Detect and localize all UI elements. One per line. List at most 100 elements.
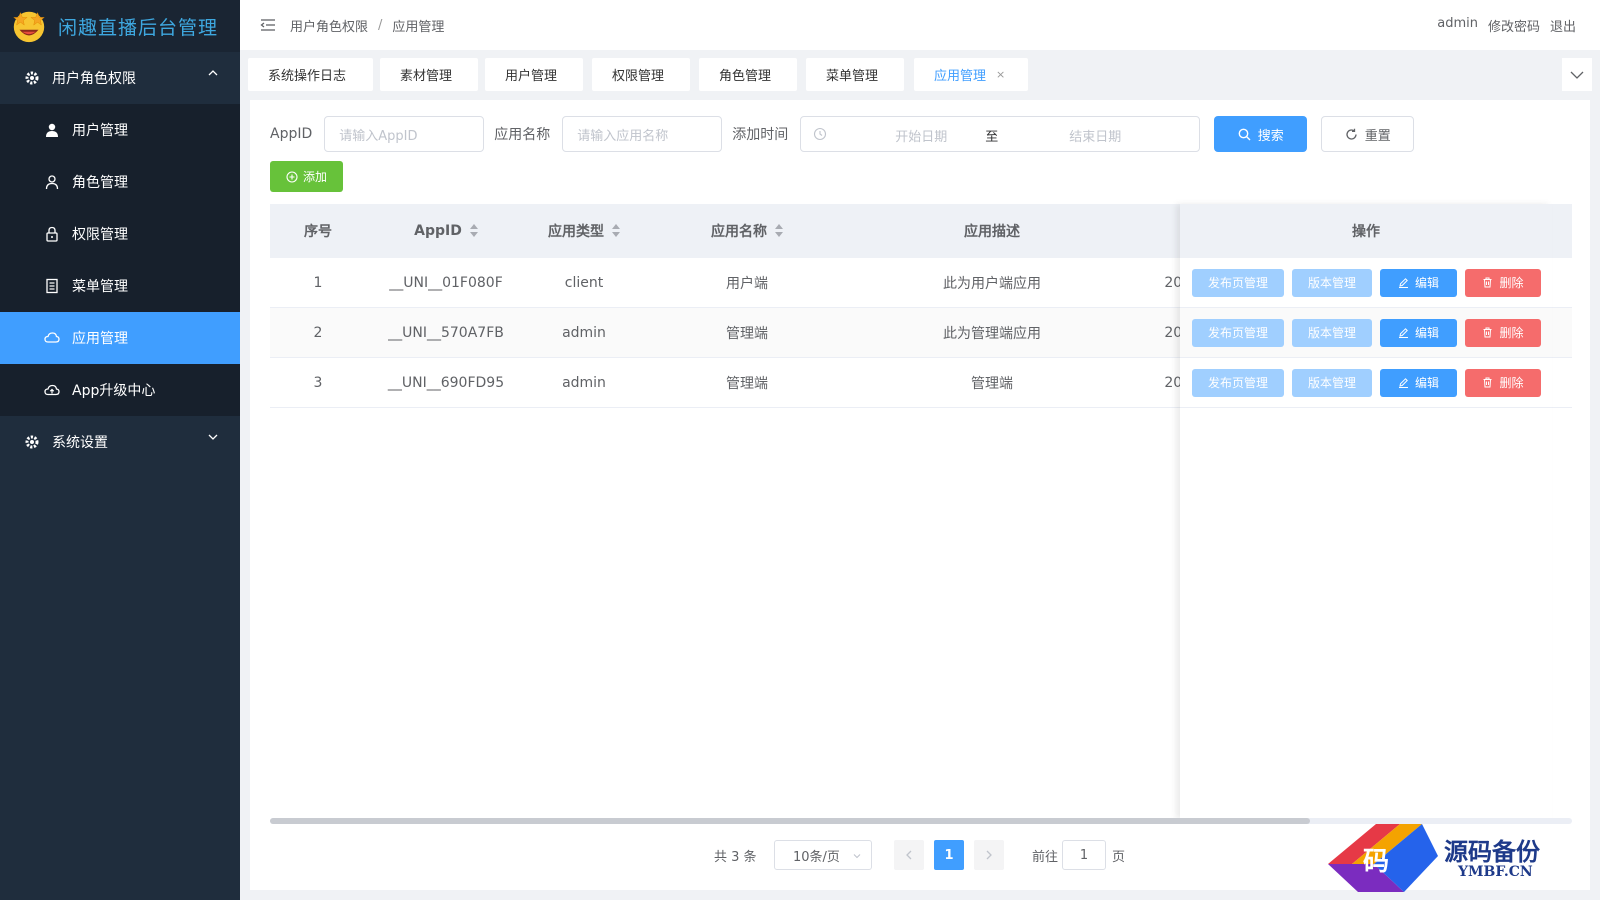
edit-button[interactable]: 编辑: [1380, 368, 1457, 397]
change-password-link[interactable]: 修改密码: [1488, 16, 1540, 35]
search-button-label: 搜索: [1257, 128, 1284, 144]
appid-label: AppID: [270, 126, 313, 142]
version-button[interactable]: 版本管理: [1292, 368, 1372, 397]
sidebar-item-roles[interactable]: 角色管理: [0, 156, 240, 208]
delete-label: 删除: [1499, 276, 1524, 290]
delete-button[interactable]: 删除: [1465, 368, 1541, 397]
trash-icon: [1483, 377, 1492, 388]
ops-row: 发布页管理 版本管理 编辑 删除: [1180, 258, 1552, 308]
publish-page-button[interactable]: 发布页管理: [1192, 318, 1284, 347]
edit-icon: [1398, 378, 1408, 388]
lock-icon: [46, 226, 58, 242]
cell-name: 管理端: [726, 376, 768, 392]
cell-desc: 管理端: [971, 376, 1013, 392]
edit-button[interactable]: 编辑: [1380, 268, 1457, 297]
user-name[interactable]: admin: [1437, 16, 1478, 35]
watermark: 码 源码备份 YMBF.CN: [1318, 818, 1598, 896]
fold-sidebar-icon[interactable]: [260, 17, 276, 33]
tab-label: 系统操作日志: [268, 69, 347, 84]
breadcrumb-item[interactable]: 用户角色权限: [290, 16, 368, 35]
col-appid[interactable]: AppID: [366, 204, 526, 258]
sidebar-item-label: 应用管理: [72, 331, 128, 347]
goto-page-input[interactable]: 1: [1062, 840, 1106, 870]
tab-operation-log[interactable]: 系统操作日志: [248, 58, 373, 91]
sidebar-item-label: 用户管理: [72, 123, 128, 139]
cell-index: 1: [313, 275, 323, 291]
chevron-left-icon: [906, 850, 912, 860]
add-button[interactable]: 添加: [270, 161, 343, 192]
cell-index: 3: [313, 375, 323, 391]
page-size-value: 10条/页: [793, 849, 840, 865]
tab-permissions[interactable]: 权限管理: [592, 58, 690, 91]
tab-users[interactable]: 用户管理: [485, 58, 583, 91]
sidebar-item-menus[interactable]: 菜单管理: [0, 260, 240, 312]
tabs-more-button[interactable]: [1562, 58, 1592, 91]
gear-icon: [25, 71, 39, 85]
goto-label: 前往: [1032, 850, 1059, 865]
sort-icon[interactable]: [469, 224, 478, 238]
watermark-logo-icon: 码: [1328, 824, 1438, 892]
chevron-down-icon: [1570, 71, 1584, 79]
filter-bar: AppID 请输入AppID 应用名称 请输入应用名称 添加时间 开始日期 至 …: [270, 116, 1415, 152]
delete-button[interactable]: 删除: [1465, 268, 1541, 297]
logo[interactable]: 闲趣直播后台管理: [0, 0, 240, 52]
page-size-select[interactable]: 10条/页: [774, 840, 872, 870]
publish-page-button[interactable]: 发布页管理: [1192, 368, 1284, 397]
col-type[interactable]: 应用类型: [526, 204, 642, 258]
reset-button[interactable]: 重置: [1321, 116, 1415, 152]
tab-apps[interactable]: 应用管理 ×: [914, 58, 1028, 91]
sidebar-item-users[interactable]: 用户管理: [0, 104, 240, 156]
edit-button[interactable]: 编辑: [1380, 318, 1457, 347]
version-button[interactable]: 版本管理: [1292, 268, 1372, 297]
sidebar-item-permissions[interactable]: 权限管理: [0, 208, 240, 260]
watermark-url: YMBF.CN: [1458, 864, 1533, 880]
col-type-label: 应用类型: [548, 224, 604, 240]
search-icon: [1238, 128, 1251, 140]
user-outline-icon: [45, 175, 59, 190]
menu-group-system-settings[interactable]: 系统设置: [0, 416, 240, 468]
col-index-label: 序号: [304, 224, 332, 240]
appid-input[interactable]: 请输入AppID: [324, 116, 485, 152]
sidebar-item-apps[interactable]: 应用管理: [0, 312, 240, 364]
menu-group-user-role[interactable]: 用户角色权限: [0, 52, 240, 104]
cell-type: client: [564, 275, 604, 291]
top-header: 用户角色权限 / 应用管理 admin 修改密码 退出: [240, 0, 1600, 50]
version-button[interactable]: 版本管理: [1292, 318, 1372, 347]
end-date-input[interactable]: 结束日期: [1051, 126, 1139, 145]
sidebar-item-label: 菜单管理: [72, 279, 128, 295]
edit-label: 编辑: [1414, 276, 1439, 290]
sort-icon[interactable]: [612, 224, 620, 238]
sort-icon[interactable]: [775, 224, 783, 238]
chevron-down-icon: [208, 434, 218, 440]
col-ops: 操作: [1180, 204, 1552, 258]
operations-fixed-column: 操作 发布页管理 版本管理 编辑 删除 发布页管理 版本管理 编辑 删除 发布页…: [1180, 204, 1552, 819]
tab-materials[interactable]: 素材管理: [380, 58, 478, 91]
tab-roles[interactable]: 角色管理: [699, 58, 797, 91]
add-button-label: 添加: [302, 170, 327, 184]
sidebar: 闲趣直播后台管理 用户角色权限 用户管理 角色管理 权限管理 菜单管理 应用管理: [0, 0, 240, 900]
search-button[interactable]: 搜索: [1214, 116, 1308, 152]
prev-page-button[interactable]: [894, 840, 924, 870]
upload-cloud-icon: [44, 384, 60, 396]
watermark-title: 源码备份: [1444, 837, 1540, 866]
col-name[interactable]: 应用名称: [642, 204, 852, 258]
date-range-picker[interactable]: 开始日期 至 结束日期: [800, 116, 1201, 152]
app-name-input[interactable]: 请输入应用名称: [562, 116, 723, 152]
edit-label: 编辑: [1414, 326, 1439, 340]
cloud-icon: [44, 332, 60, 343]
tab-menus[interactable]: 菜单管理: [806, 58, 904, 91]
cell-name: 管理端: [726, 326, 768, 342]
cell-type: admin: [562, 325, 606, 341]
document-icon: [46, 278, 58, 294]
logout-link[interactable]: 退出: [1550, 16, 1576, 35]
cell-index: 2: [313, 325, 323, 341]
main-content: AppID 请输入AppID 应用名称 请输入应用名称 添加时间 开始日期 至 …: [250, 100, 1590, 890]
start-date-input[interactable]: 开始日期: [877, 126, 965, 145]
close-icon[interactable]: ×: [996, 68, 1005, 81]
next-page-button[interactable]: [974, 840, 1004, 870]
delete-button[interactable]: 删除: [1465, 318, 1541, 347]
page-number-current[interactable]: 1: [934, 840, 964, 870]
cell-name: 用户端: [726, 276, 768, 292]
publish-page-button[interactable]: 发布页管理: [1192, 268, 1284, 297]
sidebar-item-app-upgrade[interactable]: App升级中心: [0, 364, 240, 416]
